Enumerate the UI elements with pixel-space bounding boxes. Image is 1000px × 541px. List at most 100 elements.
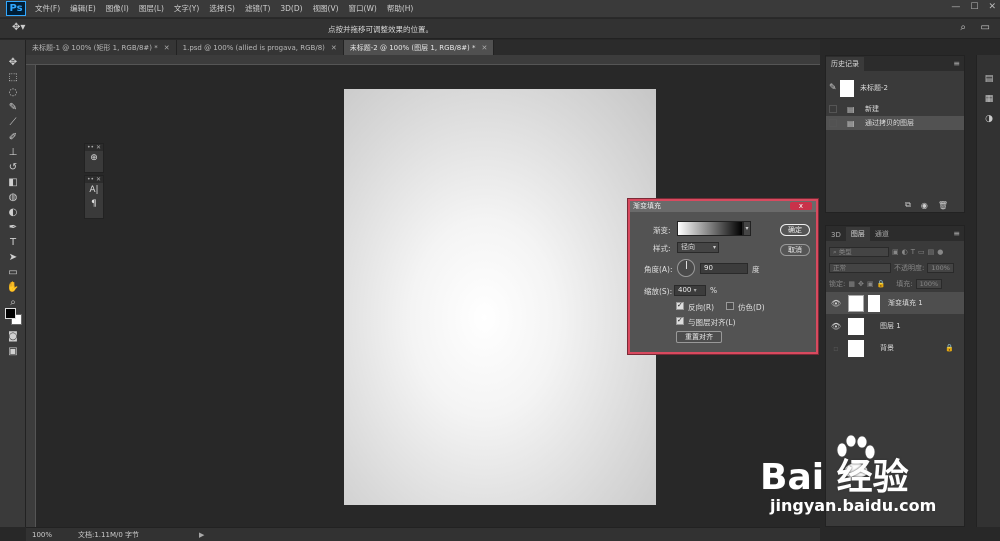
lock-all-icon[interactable]: 🔒 (876, 280, 885, 288)
minimize-button[interactable]: — (951, 2, 960, 12)
history-snapshot[interactable]: ✎ 未标题-2 (826, 78, 964, 98)
style-select[interactable]: 径向 ▾ (677, 242, 719, 253)
eye-off-icon[interactable]: ▫ (830, 344, 842, 353)
layer-row-background[interactable]: ▫ 背景 🔒 (826, 337, 964, 359)
dialog-close-button[interactable]: x (790, 202, 812, 210)
tab-3d[interactable]: 3D (826, 229, 846, 241)
history-item[interactable]: ▤ 新建 (826, 102, 964, 116)
status-menu-arrow-icon[interactable]: ▶ (199, 531, 204, 539)
doc-tab-3[interactable]: 未标题-2 @ 100% (图层 1, RGB/8#) * ✕ (343, 40, 495, 55)
filter-type-icon[interactable]: T (911, 248, 915, 256)
pen-icon[interactable]: ✒ (5, 221, 21, 235)
menu-filter[interactable]: 滤镜(T) (240, 3, 275, 14)
fill-input[interactable]: 100% (915, 279, 943, 289)
history-brush-icon[interactable]: ↺ (5, 161, 21, 175)
paragraph-icon[interactable]: ¶ (85, 197, 103, 211)
gradient-picker[interactable] (677, 221, 743, 236)
float-panel-header[interactable]: •• ✕ (85, 176, 103, 183)
panel-menu-icon[interactable]: ≡ (953, 229, 960, 238)
maximize-button[interactable]: ☐ (970, 2, 978, 12)
hand-icon[interactable]: ✋ (5, 281, 21, 295)
blend-mode-select[interactable]: 正常 (829, 263, 891, 273)
align-with-layer-checkbox[interactable] (676, 316, 684, 325)
lock-position-icon[interactable]: ✥ (858, 280, 864, 288)
character-icon[interactable]: A| (85, 183, 103, 197)
menu-layer[interactable]: 图层(L) (134, 3, 169, 14)
zoom-level[interactable]: 100% (32, 531, 72, 539)
history-source-box[interactable] (829, 119, 837, 127)
close-icon[interactable]: ✕ (164, 44, 170, 52)
move-icon[interactable]: ✥ (5, 56, 21, 70)
new-document-from-state-icon[interactable]: ⧉ (905, 200, 911, 210)
stamp-icon[interactable]: ⊥ (5, 146, 21, 160)
path-select-icon[interactable]: ➤ (5, 251, 21, 265)
angle-input[interactable]: 90 (700, 263, 748, 274)
float-panel-header[interactable]: •• ✕ (85, 144, 103, 151)
chevron-down-icon[interactable]: ▾ (694, 287, 697, 294)
scale-input[interactable]: 400 ▾ (674, 285, 706, 296)
menu-help[interactable]: 帮助(H) (382, 3, 419, 14)
opacity-input[interactable]: 100% (927, 263, 954, 273)
doc-tab-2[interactable]: 1.psd @ 100% (allied is progava, RGB/8) … (176, 40, 344, 55)
dither-checkbox[interactable] (726, 302, 734, 310)
menu-3d[interactable]: 3D(D) (275, 4, 307, 13)
marquee-icon[interactable]: ⬚ (5, 71, 21, 85)
eye-icon[interactable]: 👁 (830, 299, 842, 308)
trash-icon[interactable]: 🗑 (938, 201, 948, 210)
menu-file[interactable]: 文件(F) (30, 3, 65, 14)
menu-image[interactable]: 图像(I) (101, 3, 134, 14)
close-icon[interactable]: ✕ (331, 44, 337, 52)
rectangle-icon[interactable]: ▭ (5, 266, 21, 280)
lock-artboard-icon[interactable]: ▣ (867, 280, 874, 288)
close-window-button[interactable]: ✕ (988, 2, 996, 12)
filter-smart-icon[interactable]: ▤ (928, 248, 935, 256)
paint-bucket-icon[interactable]: ◍ (5, 191, 21, 205)
layer-row-gradient-fill[interactable]: 👁 渐变填充 1 (826, 292, 964, 314)
angle-dial[interactable] (677, 259, 695, 277)
ok-button[interactable]: 确定 (780, 224, 810, 236)
panel-menu-icon[interactable]: ≡ (953, 59, 960, 68)
brush-icon[interactable]: ✐ (5, 131, 21, 145)
cancel-button[interactable]: 取消 (780, 244, 810, 256)
doc-tab-1[interactable]: 未标题-1 @ 100% (矩形 1, RGB/8#) * ✕ (26, 40, 177, 55)
layer-row-layer-1[interactable]: 👁 图层 1 (826, 315, 964, 337)
filter-shape-icon[interactable]: ▭ (918, 248, 925, 256)
type-icon[interactable]: T (5, 236, 21, 250)
dodge-icon[interactable]: ◐ (5, 206, 21, 220)
history-brush-source-icon[interactable]: ✎ (829, 83, 839, 93)
adjustments-panel-icon[interactable]: ◑ (983, 113, 995, 125)
eye-icon[interactable]: 👁 (830, 322, 842, 331)
character-styles-icon[interactable]: ⊕ (85, 151, 103, 165)
menu-edit[interactable]: 编辑(E) (65, 3, 101, 14)
properties-panel-icon[interactable]: ▦ (983, 93, 995, 105)
move-tool-icon[interactable]: ✥▾ (12, 22, 25, 33)
menu-select[interactable]: 选择(S) (204, 3, 240, 14)
menu-view[interactable]: 视图(V) (308, 3, 344, 14)
history-item[interactable]: ▤ 通过拷贝的图层 (826, 116, 964, 130)
eyedropper-icon[interactable]: ⟋ (5, 116, 21, 130)
document-canvas[interactable] (344, 89, 656, 505)
filter-pixel-icon[interactable]: ▣ (892, 248, 899, 256)
layer-name[interactable]: 渐变填充 1 (888, 298, 923, 308)
tab-layers[interactable]: 图层 (845, 227, 870, 241)
foreground-color-swatch[interactable] (5, 308, 16, 319)
layer-name[interactable]: 背景 (880, 343, 894, 353)
workspace-icon[interactable]: ▭ (981, 22, 990, 33)
lasso-icon[interactable]: ◌ (5, 86, 21, 100)
search-icon[interactable]: ⌕ (960, 22, 966, 33)
gradient-dropdown-button[interactable]: ▾ (743, 221, 751, 236)
layer-name[interactable]: 图层 1 (880, 321, 901, 331)
reverse-checkbox[interactable] (676, 301, 684, 310)
camera-icon[interactable]: ◉ (921, 201, 928, 210)
dialog-title-bar[interactable]: 渐变填充 x (630, 201, 816, 212)
filter-adjustment-icon[interactable]: ◐ (902, 248, 908, 256)
menu-type[interactable]: 文字(Y) (169, 3, 204, 14)
quick-mask-icon[interactable]: ◙ (5, 330, 21, 344)
screen-mode-icon[interactable]: ▣ (5, 345, 21, 359)
filter-toggle-icon[interactable]: ● (937, 248, 943, 256)
tab-history[interactable]: 历史记录 (826, 57, 864, 71)
tab-channels[interactable]: 通道 (870, 227, 894, 241)
lock-pixels-icon[interactable]: ▦ (848, 280, 855, 288)
history-source-box[interactable] (829, 105, 837, 113)
quick-select-icon[interactable]: ✎ (5, 101, 21, 115)
